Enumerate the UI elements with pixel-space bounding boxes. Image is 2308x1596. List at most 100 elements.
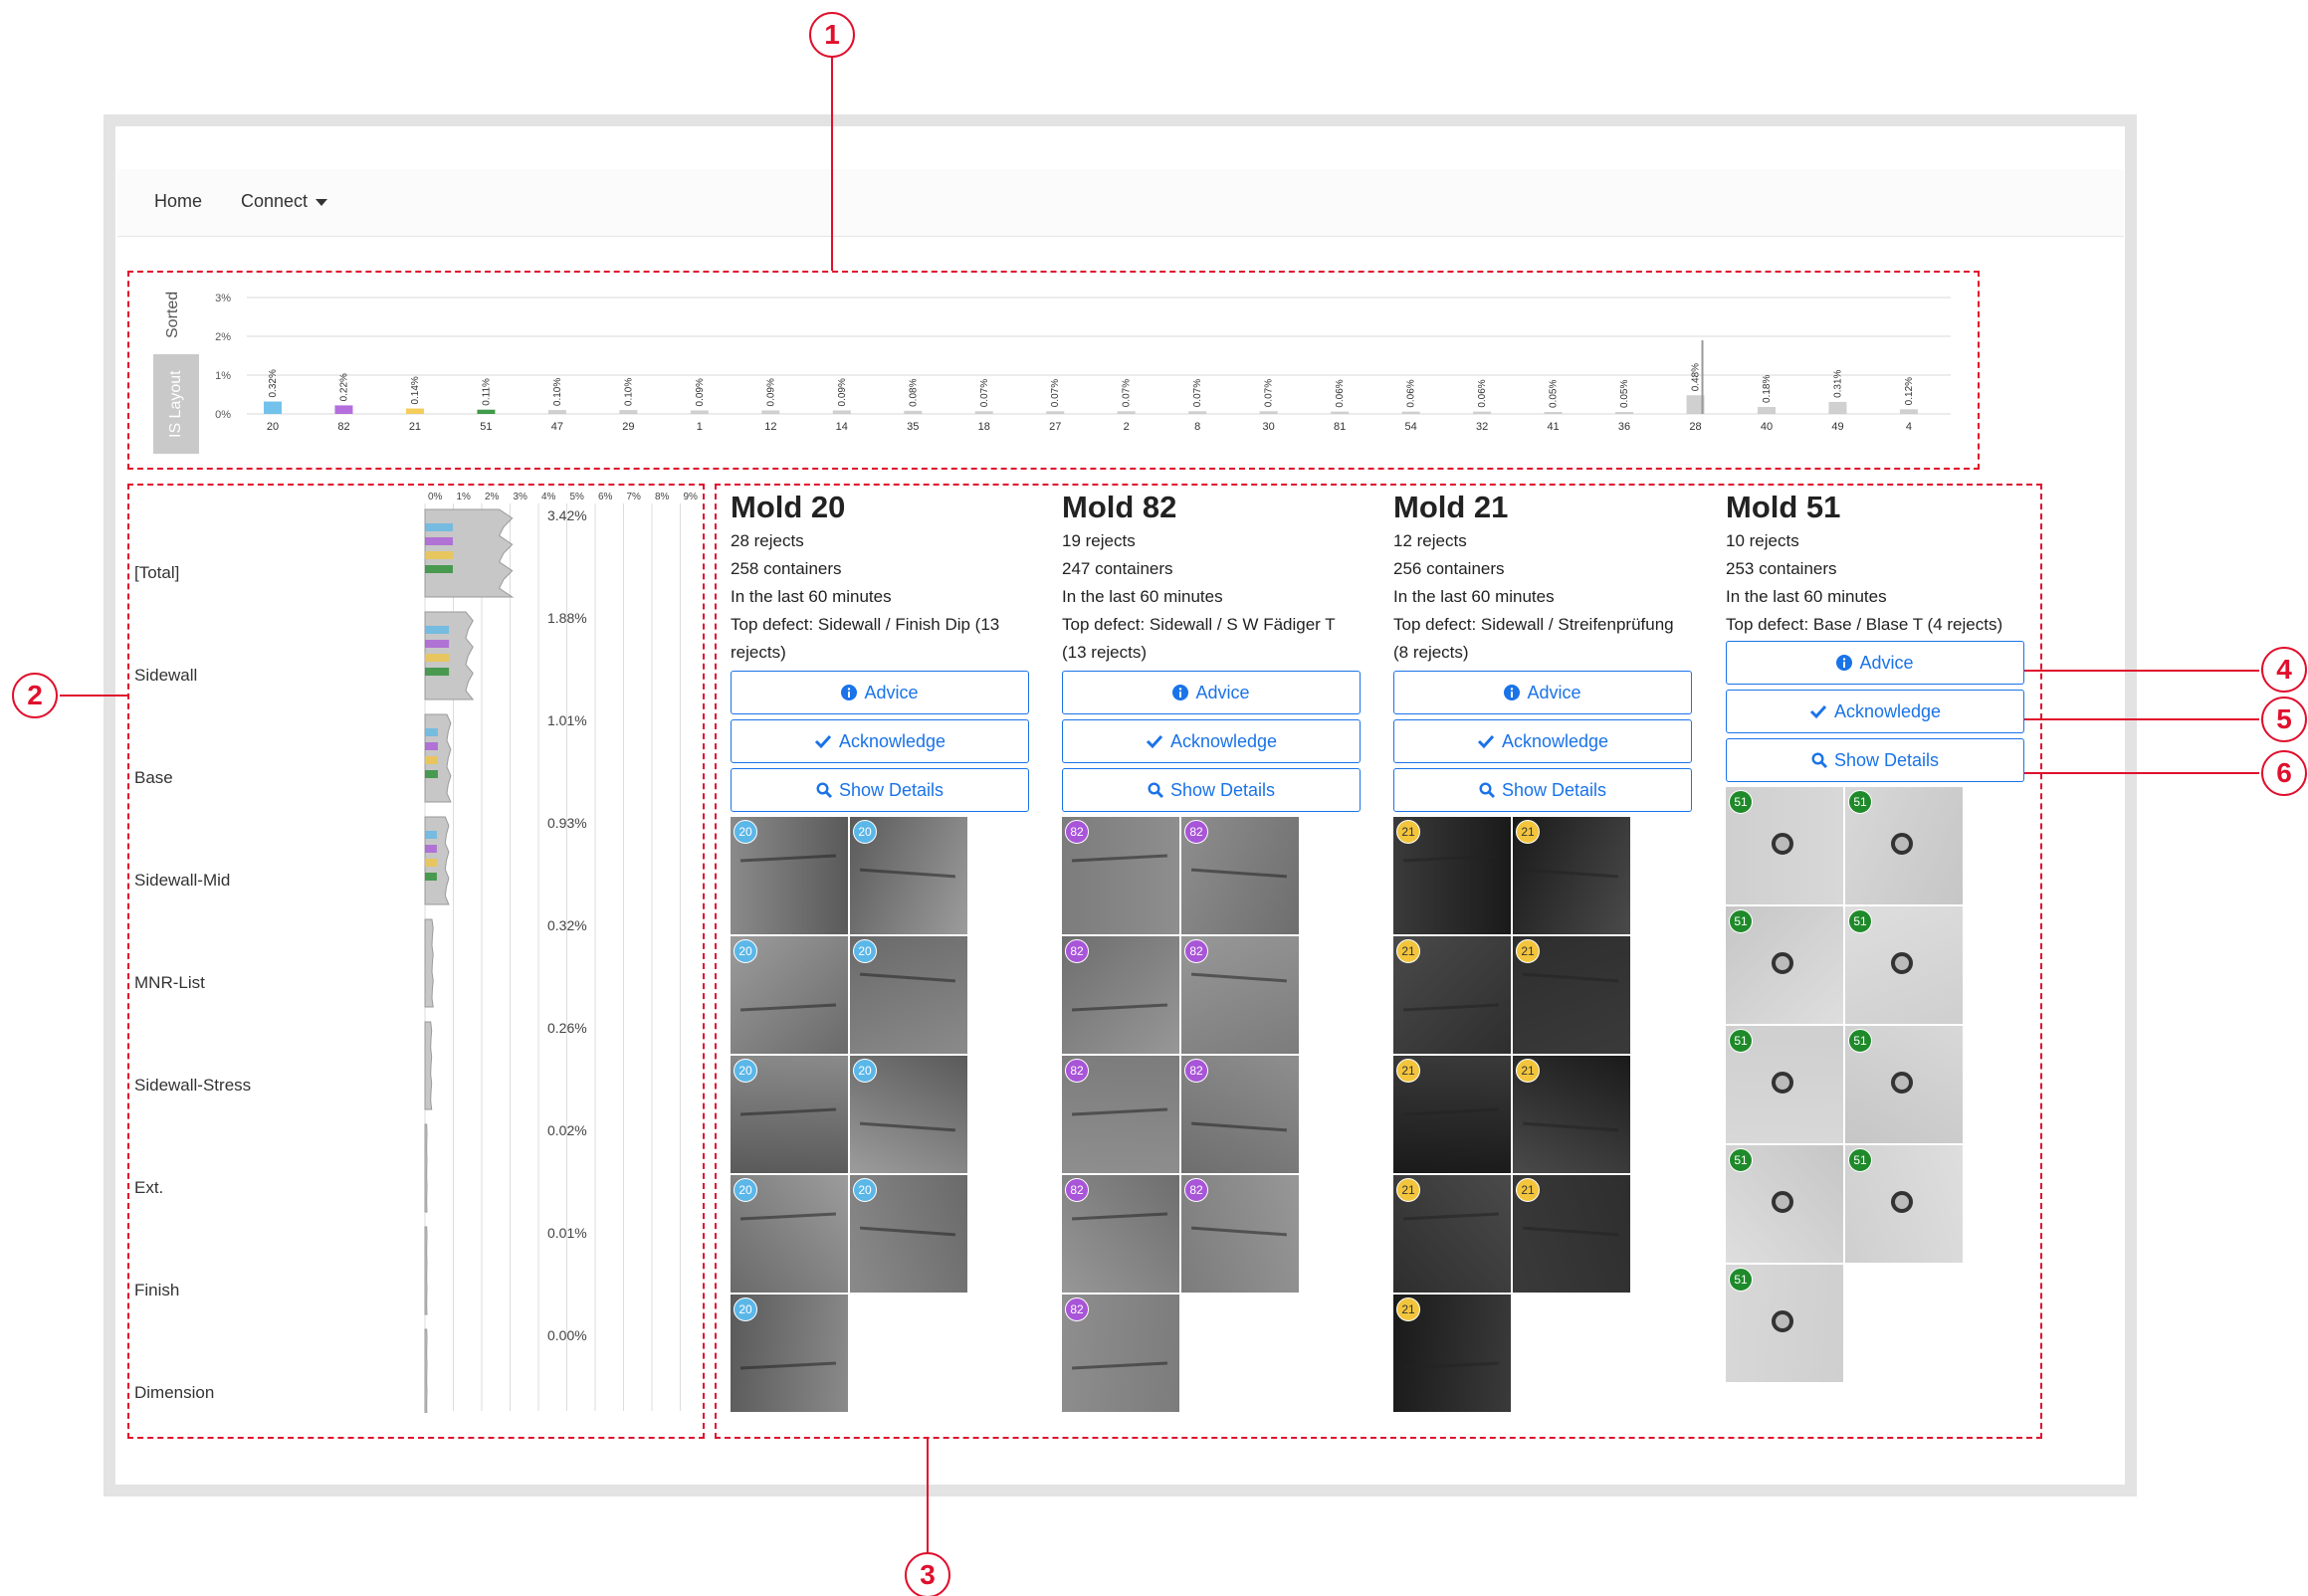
- mold-bar-21[interactable]: [405, 408, 424, 414]
- reject-image-thumbnail[interactable]: 51: [1726, 787, 1843, 904]
- reject-image-thumbnail[interactable]: 51: [1726, 1265, 1843, 1382]
- mold-bar-32[interactable]: [1473, 411, 1492, 414]
- reject-image-thumbnail[interactable]: 21: [1513, 1056, 1630, 1173]
- mold-category-label: 81: [1334, 421, 1346, 433]
- reject-image-thumbnail[interactable]: 82: [1181, 1175, 1299, 1293]
- mold-rejects: 19 rejects: [1062, 531, 1136, 550]
- mold-number-badge: 20: [734, 1297, 757, 1321]
- advice-button-label: Advice: [864, 682, 919, 702]
- reject-image-thumbnail[interactable]: 20: [731, 817, 848, 934]
- nav-home-link[interactable]: Home: [154, 191, 202, 212]
- show-details-button[interactable]: Show Details: [1726, 738, 2024, 782]
- mold-bar-41[interactable]: [1544, 412, 1563, 414]
- reject-image-thumbnail[interactable]: 51: [1845, 1026, 1963, 1143]
- mold-bar-18[interactable]: [974, 411, 993, 414]
- advice-button[interactable]: Advice: [1393, 671, 1692, 714]
- defect-category-label[interactable]: Sidewall-Stress: [134, 1076, 251, 1096]
- mold-bar-20[interactable]: [264, 401, 282, 414]
- show-details-button[interactable]: Show Details: [1062, 768, 1361, 812]
- mold-bar-14[interactable]: [832, 410, 851, 414]
- defect-category-label[interactable]: Finish: [134, 1281, 179, 1300]
- reject-image-thumbnail[interactable]: 82: [1062, 936, 1179, 1054]
- reject-image-thumbnail[interactable]: 51: [1845, 787, 1963, 904]
- defect-category-label[interactable]: Sidewall-Mid: [134, 871, 230, 891]
- reject-image-thumbnail[interactable]: 20: [850, 817, 967, 934]
- defect-rate-area[interactable]: [424, 1226, 428, 1315]
- mold-bar-27[interactable]: [1046, 411, 1065, 414]
- nav-connect-dropdown[interactable]: Connect: [241, 191, 328, 212]
- mold-bar-29[interactable]: [619, 410, 638, 414]
- mold-share-band: [425, 770, 438, 778]
- reject-image-thumbnail[interactable]: 82: [1181, 936, 1299, 1054]
- advice-button[interactable]: Advice: [1726, 641, 2024, 685]
- reject-image-thumbnail[interactable]: 20: [850, 936, 967, 1054]
- defect-category-label[interactable]: [Total]: [134, 563, 179, 583]
- acknowledge-button[interactable]: Acknowledge: [1726, 690, 2024, 733]
- reject-image-grid: 51 51 51 51 51 51 51 51 51: [1726, 787, 2024, 1382]
- mold-bar-47[interactable]: [547, 410, 566, 414]
- reject-image-thumbnail[interactable]: 21: [1393, 817, 1511, 934]
- mold-bar-40[interactable]: [1757, 406, 1776, 414]
- reject-image-thumbnail[interactable]: 82: [1181, 817, 1299, 934]
- mold-rejects: 12 rejects: [1393, 531, 1467, 550]
- mold-period: In the last 60 minutes: [731, 587, 892, 606]
- reject-image-thumbnail[interactable]: 51: [1726, 1026, 1843, 1143]
- reject-image-thumbnail[interactable]: 51: [1845, 1145, 1963, 1263]
- defect-rate-area[interactable]: [424, 1021, 433, 1110]
- mold-bar-4[interactable]: [1899, 409, 1918, 414]
- mold-bar-51[interactable]: [477, 409, 496, 414]
- mold-bar-81[interactable]: [1331, 411, 1350, 414]
- defect-rate-area[interactable]: [424, 918, 434, 1008]
- defect-category-label[interactable]: Base: [134, 768, 173, 788]
- reject-image-thumbnail[interactable]: 21: [1393, 936, 1511, 1054]
- reject-image-thumbnail[interactable]: 20: [731, 1295, 848, 1412]
- defect-axis-tick: 8%: [655, 492, 670, 502]
- reject-image-thumbnail[interactable]: 21: [1513, 936, 1630, 1054]
- acknowledge-button[interactable]: Acknowledge: [731, 719, 1029, 763]
- reject-image-thumbnail[interactable]: 20: [731, 936, 848, 1054]
- defect-rate-area[interactable]: [424, 1328, 428, 1413]
- mold-bar-35[interactable]: [904, 410, 923, 414]
- defect-category-label[interactable]: Dimension: [134, 1383, 214, 1403]
- reject-image-thumbnail[interactable]: 20: [850, 1056, 967, 1173]
- bar-value-label: 0.12%: [1904, 377, 1915, 405]
- reject-image-thumbnail[interactable]: 21: [1393, 1056, 1511, 1173]
- show-details-button[interactable]: Show Details: [731, 768, 1029, 812]
- is-layout-view-toggle[interactable]: IS Layout: [153, 354, 199, 454]
- reject-image-thumbnail[interactable]: 21: [1513, 1175, 1630, 1293]
- reject-image-thumbnail[interactable]: 51: [1726, 1145, 1843, 1263]
- reject-image-thumbnail[interactable]: 82: [1062, 1175, 1179, 1293]
- mold-bar-30[interactable]: [1259, 411, 1278, 414]
- show-details-button[interactable]: Show Details: [1393, 768, 1692, 812]
- advice-button[interactable]: Advice: [731, 671, 1029, 714]
- reject-image-thumbnail[interactable]: 82: [1181, 1056, 1299, 1173]
- reject-image-thumbnail[interactable]: 51: [1726, 906, 1843, 1024]
- reject-image-thumbnail[interactable]: 20: [850, 1175, 967, 1293]
- defect-streak-mark: [1402, 1361, 1500, 1370]
- reject-image-thumbnail[interactable]: 82: [1062, 1295, 1179, 1412]
- reject-image-thumbnail[interactable]: 21: [1513, 817, 1630, 934]
- mold-bar-54[interactable]: [1401, 411, 1420, 414]
- reject-image-thumbnail[interactable]: 20: [731, 1056, 848, 1173]
- mold-bar-36[interactable]: [1615, 412, 1634, 414]
- defect-category-label[interactable]: Ext.: [134, 1178, 163, 1198]
- reject-image-thumbnail[interactable]: 82: [1062, 817, 1179, 934]
- reject-image-thumbnail[interactable]: 21: [1393, 1175, 1511, 1293]
- mold-bar-49[interactable]: [1828, 401, 1847, 414]
- mold-bar-82[interactable]: [334, 405, 353, 414]
- reject-image-thumbnail[interactable]: 21: [1393, 1295, 1511, 1412]
- mold-bar-8[interactable]: [1188, 411, 1207, 414]
- defect-category-label[interactable]: Sidewall: [134, 666, 197, 686]
- acknowledge-button[interactable]: Acknowledge: [1393, 719, 1692, 763]
- defect-category-label[interactable]: MNR-List: [134, 973, 205, 993]
- advice-button[interactable]: Advice: [1062, 671, 1361, 714]
- sorted-view-toggle[interactable]: Sorted: [153, 279, 193, 350]
- mold-bar-12[interactable]: [761, 410, 780, 414]
- acknowledge-button[interactable]: Acknowledge: [1062, 719, 1361, 763]
- reject-image-thumbnail[interactable]: 20: [731, 1175, 848, 1293]
- reject-image-thumbnail[interactable]: 51: [1845, 906, 1963, 1024]
- mold-bar-2[interactable]: [1117, 411, 1136, 414]
- reject-image-thumbnail[interactable]: 82: [1062, 1056, 1179, 1173]
- mold-bar-1[interactable]: [690, 410, 709, 414]
- defect-rate-area[interactable]: [424, 1123, 428, 1213]
